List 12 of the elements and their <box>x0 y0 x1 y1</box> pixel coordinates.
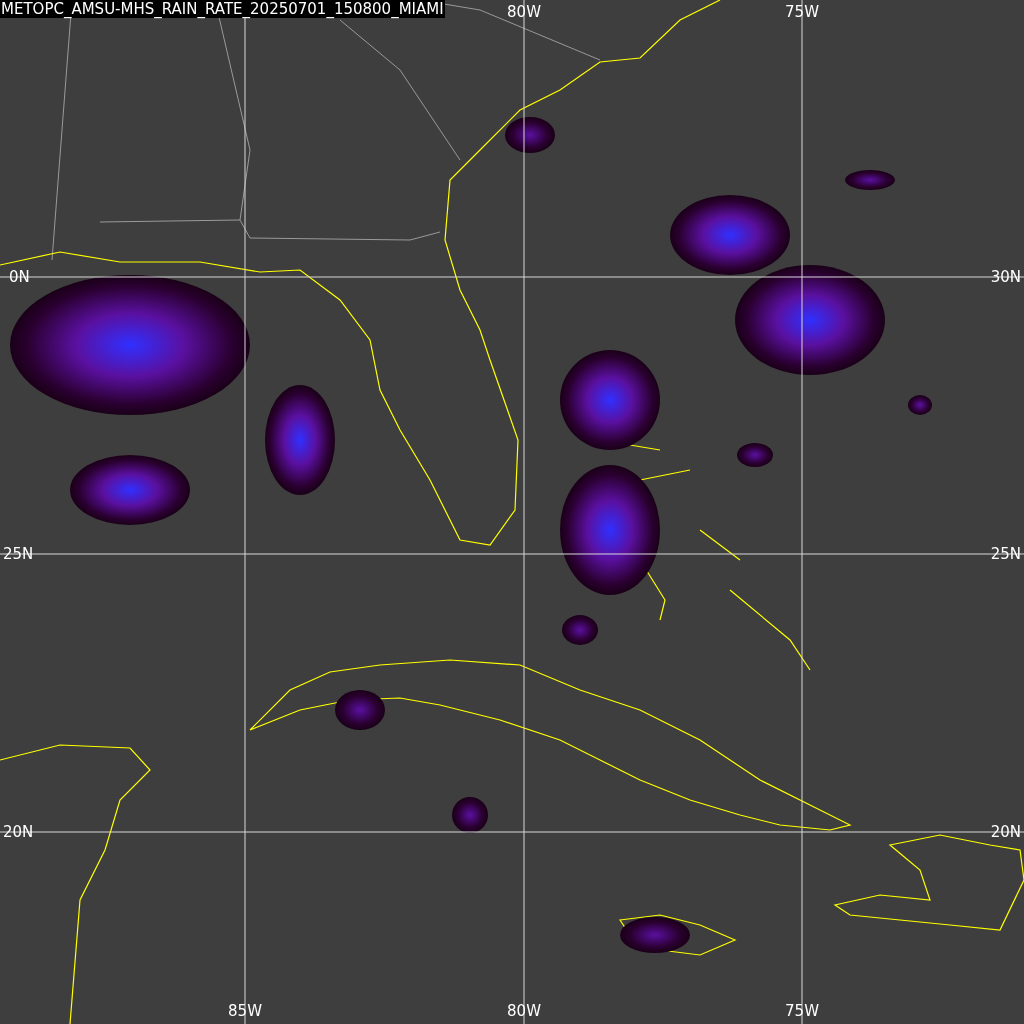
latitude-label: 0N <box>9 268 30 286</box>
longitude-label: 80W <box>507 3 541 21</box>
latitude-label: 30N <box>990 268 1021 286</box>
longitude-label: 75W <box>785 1002 819 1020</box>
longitude-label: 80W <box>507 1002 541 1020</box>
latitude-label: 25N <box>990 545 1021 563</box>
product-title: METOPC_AMSU-MHS_RAIN_RATE_20250701_150800_MIAMI <box>0 0 445 18</box>
longitude-label: 75W <box>785 3 819 21</box>
latitude-label: 25N <box>3 545 34 563</box>
latitude-label: 20N <box>3 823 34 841</box>
latitude-label: 20N <box>990 823 1021 841</box>
longitude-label: 85W <box>228 1002 262 1020</box>
